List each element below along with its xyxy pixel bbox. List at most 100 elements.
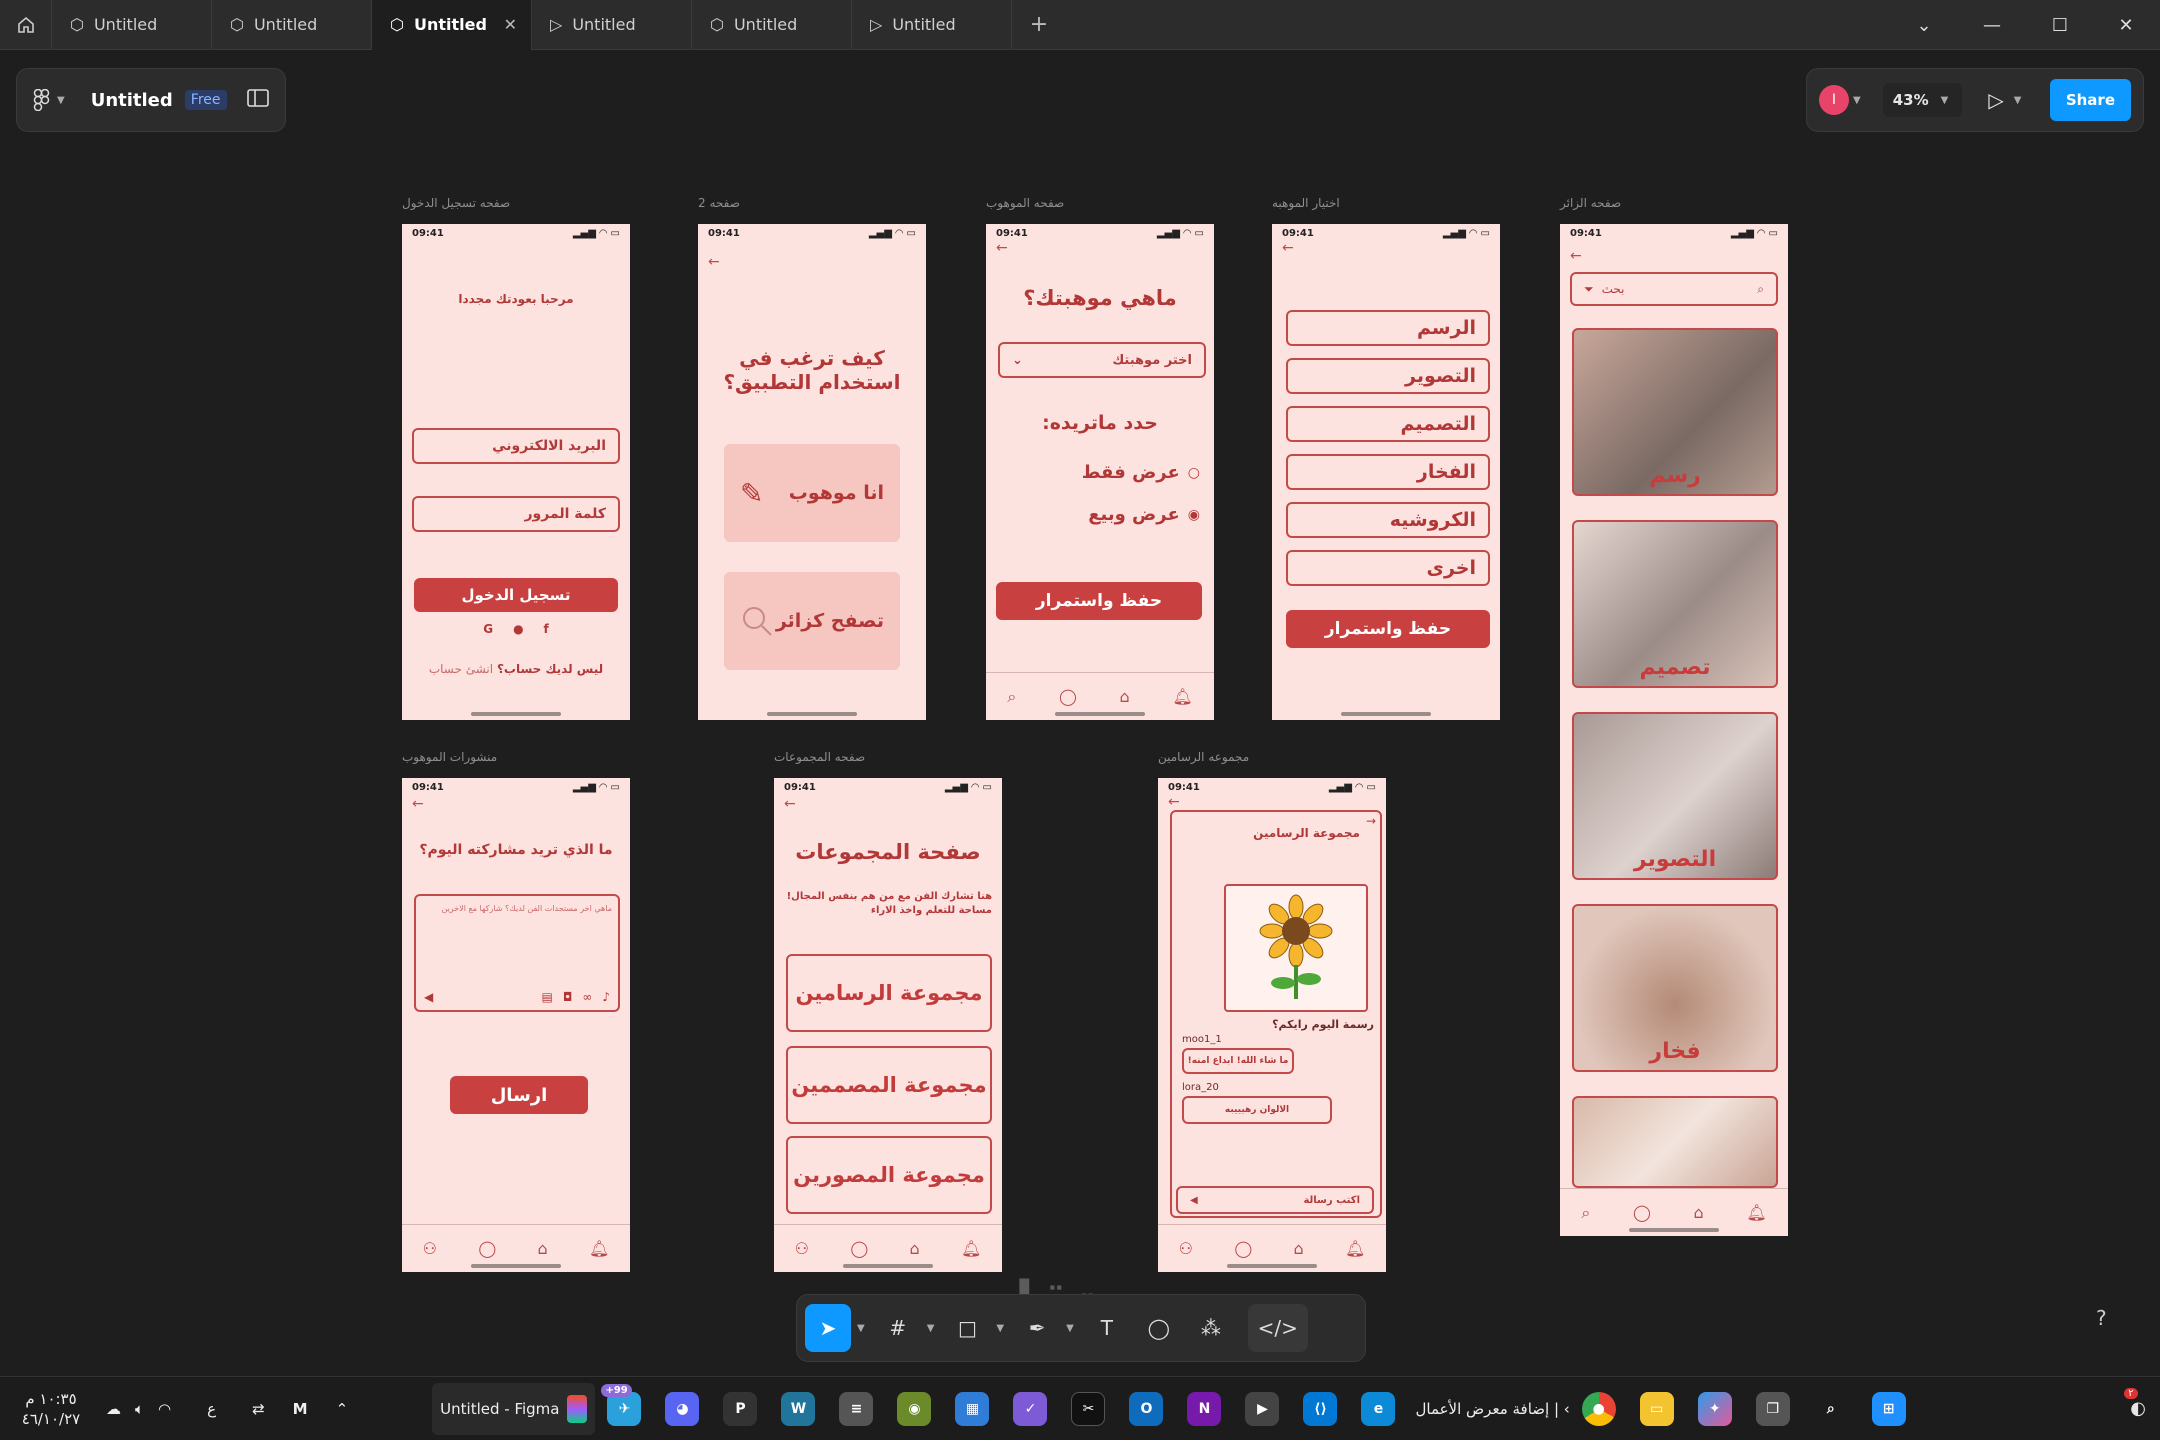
category-tile-pottery[interactable]: فخار — [1572, 904, 1778, 1072]
groups-icon[interactable]: ⚇ — [1179, 1239, 1193, 1258]
chrome-app-icon[interactable]: ● — [1581, 1391, 1616, 1426]
create-account-link[interactable]: انشئ حساب — [429, 662, 493, 676]
group-photographers[interactable]: مجموعة المصورين — [786, 1136, 992, 1214]
email-field[interactable]: البريد الالكتروني — [412, 428, 620, 464]
chevron-down-icon[interactable]: ▼ — [857, 1323, 865, 1334]
app-tiles-icon[interactable]: ▦ — [955, 1391, 990, 1426]
send-icon[interactable]: ◀ — [424, 990, 433, 1004]
save-continue-button[interactable]: حفظ واستمرار — [996, 582, 1202, 620]
app-p-icon[interactable]: P — [723, 1391, 758, 1426]
group-painters[interactable]: مجموعة الرسامين — [786, 954, 992, 1032]
bell-icon[interactable]: 🔔︎ — [589, 1239, 609, 1258]
zoom-dropdown[interactable]: 43% ▼ — [1882, 83, 1963, 117]
profile-icon[interactable]: ◯ — [1234, 1239, 1252, 1258]
chevron-down-icon[interactable]: ▼ — [996, 1323, 1004, 1334]
outlook-app-icon[interactable]: O — [1129, 1391, 1164, 1426]
frame-painters-group[interactable]: 09:41 ▂▄▆ ◠ ▭ ← → مجموعة الرسامين رسمة ال… — [1158, 778, 1386, 1272]
minimize-button[interactable]: — — [1958, 0, 2026, 50]
pen-tool[interactable]: ✒ — [1014, 1304, 1060, 1352]
tabs-dropdown-button[interactable]: ⌄ — [1890, 0, 1958, 50]
group-designers[interactable]: مجموعة المصممين — [786, 1046, 992, 1124]
back-arrow-icon[interactable]: ← — [1168, 794, 1180, 810]
mic-icon[interactable]: ♪ — [602, 990, 610, 1004]
bell-icon[interactable]: 🔔︎ — [1746, 1203, 1766, 1222]
text-tool[interactable]: T — [1084, 1304, 1130, 1352]
send-button[interactable]: ارسال — [450, 1076, 588, 1114]
frame-login[interactable]: 09:41 ▂▄▆ ◠ ▭ مرحبا بعودتك مجددا البريد ا… — [402, 224, 630, 720]
talent-option-card[interactable]: انا موهوب ✎ — [724, 444, 900, 542]
search-icon[interactable]: ⌕ — [1007, 687, 1016, 707]
search-icon[interactable]: ⌕ — [1581, 1203, 1590, 1223]
start-windows-icon[interactable]: ⊞ — [1871, 1391, 1906, 1426]
frame-posts[interactable]: 09:41 ▂▄▆ ◠ ▭ ← ما الذي تريد مشاركته اليو… — [402, 778, 630, 1272]
apple-icon[interactable]: ● — [513, 622, 523, 636]
profile-icon[interactable]: ◯ — [850, 1239, 868, 1258]
bell-icon[interactable]: 🔔︎ — [1345, 1239, 1365, 1258]
wifi-icon[interactable]: ◠ — [158, 1400, 171, 1418]
talent-option-crochet[interactable]: الكروشيه — [1286, 502, 1490, 538]
login-button[interactable]: تسجيل الدخول — [414, 578, 618, 612]
clock[interactable]: ١٠:٣٥ م ٤٦/١٠/٢٧ — [10, 1389, 92, 1429]
edge-app-icon[interactable]: e — [1361, 1391, 1396, 1426]
chevron-down-icon[interactable]: ▼ — [1066, 1323, 1074, 1334]
telegram-app-icon[interactable]: ✈ +99 — [601, 1383, 642, 1426]
tab-file-4[interactable]: ▷ Untitled — [532, 0, 692, 50]
app-stripe-icon[interactable]: ≡ — [839, 1391, 874, 1426]
show-hidden-icons-icon[interactable]: ⌃ — [336, 1400, 349, 1418]
save-continue-button[interactable]: حفظ واستمرار — [1286, 610, 1490, 648]
frame-choose-talent[interactable]: 09:41 ▂▄▆ ◠ ▭ ← الرسم التصوير التصميم الف… — [1272, 224, 1500, 720]
link-icon[interactable]: ∞ — [582, 990, 592, 1004]
home-button[interactable] — [0, 0, 52, 50]
copilot-app-icon[interactable]: ✦ — [1697, 1391, 1732, 1426]
talent-option-photography[interactable]: التصوير — [1286, 358, 1490, 394]
back-arrow-icon[interactable]: ← — [1570, 248, 1582, 264]
send-icon[interactable]: ◀ — [1190, 1195, 1198, 1206]
search-input[interactable]: ⌕ بحث ⏷ — [1570, 272, 1778, 306]
comment-tool[interactable]: ◯ — [1136, 1304, 1182, 1352]
filter-icon[interactable]: ⏷ — [1584, 282, 1594, 297]
home-icon[interactable]: ⌂ — [1694, 1203, 1704, 1222]
home-icon[interactable]: ⌂ — [538, 1239, 548, 1258]
facebook-icon[interactable]: f — [544, 622, 549, 636]
resources-tool[interactable]: ⁂ — [1188, 1304, 1234, 1352]
share-button[interactable]: Share — [2049, 79, 2131, 121]
groups-icon[interactable]: ⚇ — [423, 1239, 437, 1258]
wordpress-app-icon[interactable]: W — [781, 1391, 816, 1426]
file-name[interactable]: Untitled — [91, 90, 173, 111]
task-view-icon[interactable]: ❐ — [1755, 1391, 1790, 1426]
shape-tool[interactable]: □ — [944, 1304, 990, 1352]
home-icon[interactable]: ⌂ — [1120, 687, 1130, 706]
frame-talent[interactable]: 09:41 ▂▄▆ ◠ ▭ ← ماهي موهبتك؟ اختر موهبتك … — [986, 224, 1214, 720]
notification-button[interactable]: ◐ ٢ — [2124, 1388, 2146, 1419]
present-button[interactable]: ▷ ▼ — [1988, 88, 2025, 112]
media-player-app-icon[interactable]: ▶ — [1245, 1391, 1280, 1426]
profile-icon[interactable]: ◯ — [478, 1239, 496, 1258]
close-tab-icon[interactable]: ✕ — [504, 15, 517, 34]
talent-option-pottery[interactable]: الفخار — [1286, 454, 1490, 490]
discord-app-icon[interactable]: ◕ — [665, 1391, 700, 1426]
maximize-button[interactable]: ☐ — [2026, 0, 2094, 50]
tab-file-1[interactable]: ⬡ Untitled — [52, 0, 212, 50]
category-tile-crochet[interactable] — [1572, 1096, 1778, 1188]
frame-tool[interactable]: # — [875, 1304, 921, 1352]
talent-option-drawing[interactable]: الرسم — [1286, 310, 1490, 346]
frame-page2[interactable]: 09:41 ▂▄▆ ◠ ▭ ← كيف ترغب في استخدام التطب… — [698, 224, 926, 720]
talent-option-design[interactable]: التصميم — [1286, 406, 1490, 442]
active-window-button[interactable]: Untitled - Figma — [432, 1382, 596, 1435]
frame-visitor[interactable]: 09:41 ▂▄▆ ◠ ▭ ← ⌕ بحث ⏷ رسم تصميم التصوير… — [1560, 224, 1788, 1236]
new-tab-button[interactable]: + — [1012, 0, 1066, 50]
figma-menu-button[interactable]: ▼ — [33, 89, 69, 111]
cloud-icon[interactable]: ☁ — [106, 1400, 121, 1418]
radio-view-sell[interactable]: ◉ عرض وبيع — [1088, 504, 1200, 525]
input-language[interactable]: ع — [207, 1400, 216, 1418]
onenote-app-icon[interactable]: N — [1187, 1391, 1222, 1426]
settings-sliders-icon[interactable]: ⇄ — [252, 1400, 265, 1418]
groups-icon[interactable]: ⚇ — [795, 1239, 809, 1258]
profile-icon[interactable]: ◯ — [1633, 1203, 1651, 1222]
bell-icon[interactable]: 🔔︎ — [1172, 687, 1192, 706]
dev-mode-toggle[interactable]: </> — [1247, 1304, 1308, 1352]
google-icon[interactable]: G — [483, 622, 493, 636]
camera-icon[interactable]: ◘ — [563, 990, 573, 1004]
search-icon[interactable]: ⌕ — [1814, 1392, 1848, 1426]
chevron-down-icon[interactable]: ▼ — [927, 1323, 935, 1334]
